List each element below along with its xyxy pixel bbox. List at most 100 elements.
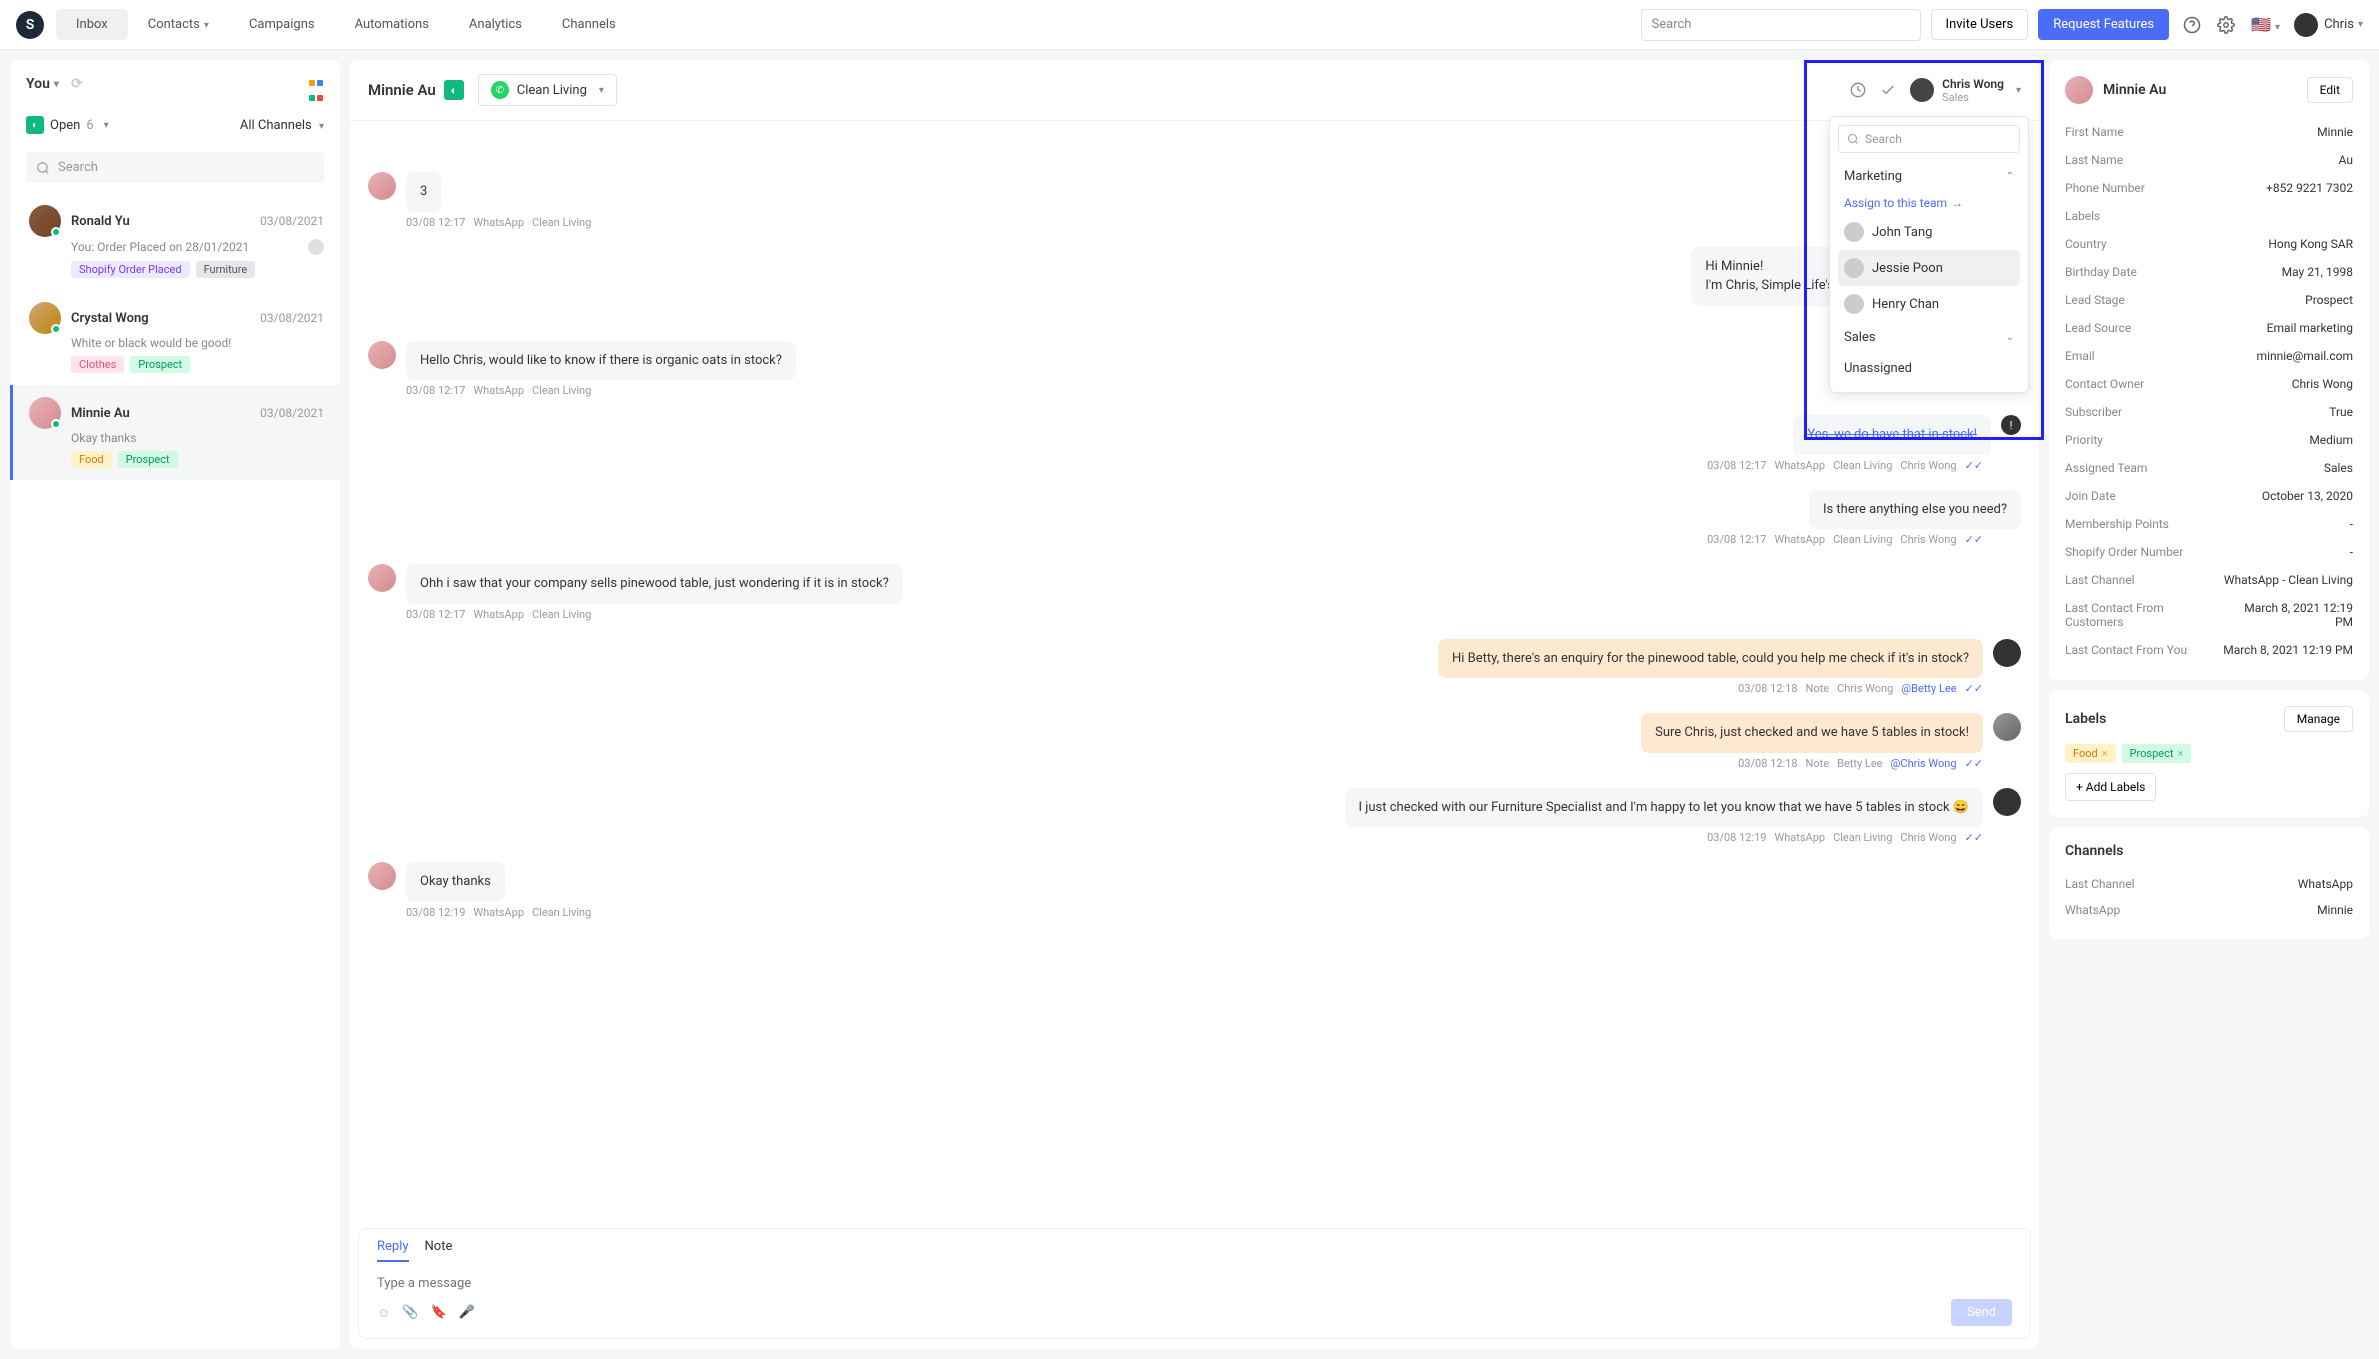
emoji-icon[interactable]: ☺	[377, 1305, 390, 1321]
history-icon[interactable]	[1850, 82, 1866, 98]
detail-value: Prospect	[2305, 293, 2353, 307]
conversation-list: Ronald Yu 03/08/2021 You: Order Placed o…	[10, 193, 340, 1349]
message-bubble: Yes, we do have that in stock!	[1793, 415, 1991, 455]
edit-button[interactable]: Edit	[2307, 77, 2353, 103]
detail-label: Priority	[2065, 433, 2103, 447]
label-tag: Prospect	[130, 356, 190, 373]
assignee-option[interactable]: John Tang	[1838, 214, 2020, 250]
dropdown-search-input[interactable]: Search	[1838, 125, 2020, 153]
assignee-avatar	[1910, 78, 1934, 102]
detail-row: Phone Number+852 9221 7302	[2065, 174, 2353, 202]
detail-label: Phone Number	[2065, 181, 2145, 195]
detail-row: Assigned Team Sales	[2065, 454, 2353, 482]
nav-automations[interactable]: Automations	[335, 9, 449, 40]
note-tab[interactable]: Note	[425, 1239, 453, 1262]
whatsapp-icon: ✆	[491, 81, 509, 99]
help-icon[interactable]	[2183, 15, 2203, 35]
nav-inbox[interactable]: Inbox	[56, 9, 128, 40]
chevron-down-icon: ▾	[54, 79, 59, 90]
assignee-dropdown: Search Marketing ⌃ Assign to this team →…	[1829, 116, 2029, 393]
label-tag: Shopify Order Placed	[71, 261, 190, 278]
warning-icon[interactable]: !	[2001, 415, 2021, 435]
send-button[interactable]: Send	[1951, 1299, 2012, 1326]
nav-channels[interactable]: Channels	[542, 9, 636, 40]
agent-avatar	[1993, 788, 2021, 816]
reply-tab[interactable]: Reply	[377, 1239, 409, 1262]
detail-row: Contact OwnerChris Wong	[2065, 370, 2353, 398]
read-check-icon: ✓✓	[1965, 459, 1983, 472]
message-input[interactable]	[377, 1268, 2012, 1299]
detail-row: CountryHong Kong SAR	[2065, 230, 2353, 258]
detail-value: Sales	[2324, 461, 2353, 475]
detail-value: October 13, 2020	[2262, 489, 2353, 503]
online-status-dot	[51, 419, 61, 429]
status-filter-open[interactable]: ◐ Open 6 ▾	[26, 116, 109, 134]
team-section-marketing[interactable]: Marketing ⌃	[1838, 161, 2020, 192]
manage-labels-button[interactable]: Manage	[2284, 706, 2353, 732]
nav-analytics[interactable]: Analytics	[449, 9, 542, 40]
chevron-down-icon: ▾	[2275, 22, 2280, 33]
add-label-button[interactable]: + Add Labels	[2065, 773, 2156, 801]
agent-avatar	[1993, 639, 2021, 667]
channel-value: Minnie	[2317, 903, 2353, 917]
detail-label: Lead Source	[2065, 321, 2131, 335]
assignee-selector[interactable]: Chris Wong Sales ▾	[1910, 77, 2021, 104]
label-tag: Furniture	[196, 261, 256, 278]
label-chip[interactable]: Prospect×	[2122, 744, 2192, 763]
read-check-icon: ✓✓	[1965, 831, 1983, 844]
mention[interactable]: @Betty Lee	[1901, 682, 1956, 695]
settings-icon[interactable]	[2217, 15, 2237, 35]
message-bubble: 3	[406, 172, 441, 212]
mic-icon[interactable]: 🎤	[459, 1305, 475, 1321]
conversation-preview: Okay thanks	[71, 431, 136, 445]
conversation-item[interactable]: Crystal Wong 03/08/2021 White or black w…	[10, 290, 340, 385]
detail-row: Last ChannelWhatsApp - Clean Living	[2065, 566, 2353, 594]
label-tag: Clothes	[71, 356, 124, 373]
conversation-item[interactable]: Minnie Au 03/08/2021 Okay thanks Food Pr…	[10, 385, 340, 480]
conversation-date: 03/08/2021	[260, 311, 324, 325]
detail-row: Last Contact From YouMarch 8, 2021 12:19…	[2065, 636, 2353, 664]
user-avatar	[2294, 13, 2318, 37]
nav-contacts[interactable]: Contacts▾	[128, 9, 229, 40]
sidebar-search-input[interactable]: Search	[26, 152, 324, 183]
channel-filter-dropdown[interactable]: All Channels ▾	[240, 118, 324, 133]
mention[interactable]: @Chris Wong	[1891, 757, 1957, 770]
request-features-button[interactable]: Request Features	[2038, 9, 2169, 40]
label-chip[interactable]: Food×	[2065, 744, 2116, 763]
detail-label: Assigned Team	[2065, 461, 2147, 475]
assignee-option[interactable]: Henry Chan	[1838, 286, 2020, 322]
language-flag[interactable]: 🇺🇸▾	[2251, 15, 2280, 34]
channels-title: Channels	[2065, 843, 2353, 859]
open-status-icon: ◐	[444, 80, 464, 100]
unassigned-option[interactable]: Unassigned	[1838, 353, 2020, 384]
online-status-dot	[51, 324, 61, 334]
detail-label: Birthday Date	[2065, 265, 2137, 279]
apps-grid-icon[interactable]	[308, 76, 324, 92]
remove-label-icon[interactable]: ×	[2177, 747, 2183, 760]
bookmark-icon[interactable]: 🔖	[430, 1305, 446, 1321]
channel-selector[interactable]: ✆ Clean Living ▾	[478, 74, 617, 106]
note-bubble: Sure Chris, just checked and we have 5 t…	[1641, 713, 1983, 753]
detail-row: SubscriberTrue	[2065, 398, 2353, 426]
detail-label: Country	[2065, 237, 2107, 251]
check-icon[interactable]	[1880, 82, 1896, 98]
detail-value: Email marketing	[2267, 321, 2353, 335]
detail-value: Minnie	[2317, 125, 2353, 139]
attachment-icon[interactable]: 📎	[402, 1305, 418, 1321]
assignee-option[interactable]: Jessie Poon	[1838, 250, 2020, 286]
conversation-item[interactable]: Ronald Yu 03/08/2021 You: Order Placed o…	[10, 193, 340, 290]
app-logo[interactable]: S	[16, 11, 44, 39]
chevron-down-icon: ▾	[2016, 85, 2021, 96]
conversation-preview: You: Order Placed on 28/01/2021	[71, 240, 249, 254]
filter-you-dropdown[interactable]: You ▾ ⟳	[26, 76, 83, 92]
refresh-icon[interactable]: ⟳	[71, 76, 83, 92]
detail-row: Membership Points-	[2065, 510, 2353, 538]
global-search-input[interactable]: Search	[1641, 9, 1921, 41]
user-menu[interactable]: Chris ▾	[2294, 13, 2363, 37]
team-section-sales[interactable]: Sales ⌄	[1838, 322, 2020, 353]
nav-campaigns[interactable]: Campaigns	[229, 9, 335, 40]
assign-to-team-link[interactable]: Assign to this team →	[1838, 192, 2020, 214]
remove-label-icon[interactable]: ×	[2102, 747, 2108, 760]
invite-users-button[interactable]: Invite Users	[1931, 9, 2029, 40]
detail-value: WhatsApp - Clean Living	[2224, 573, 2353, 587]
